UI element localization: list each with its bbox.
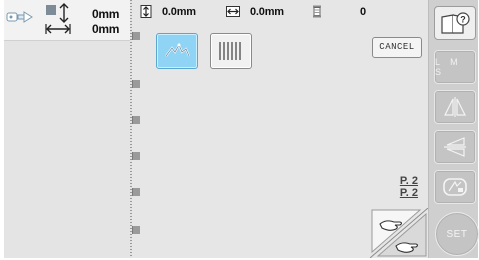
embroidery-edit-screen: 0mm 0mm 0.0mm 0.0mm 0 CANCEL P. 2 P. 2 ?…	[4, 0, 479, 258]
thread-spool-icon	[313, 5, 321, 18]
ruler-tick	[132, 80, 140, 88]
cancel-button[interactable]: CANCEL	[372, 37, 422, 58]
density-icon	[443, 178, 467, 196]
size-info-bar: 0mm 0mm	[4, 0, 130, 41]
stitch-pattern-icon	[165, 42, 190, 57]
mirror-button[interactable]	[434, 90, 476, 124]
horizontal-offset-value: 0.0mm	[250, 6, 284, 18]
width-size-value: 0mm	[92, 22, 120, 36]
density-button[interactable]	[434, 170, 476, 204]
current-page: P. 2	[399, 175, 418, 187]
ruler-tick	[132, 32, 140, 40]
rotate-icon	[444, 137, 466, 157]
ruler-tick	[132, 188, 140, 196]
help-book-icon: ?	[441, 12, 470, 34]
page-indicator: P. 2 P. 2	[390, 175, 418, 199]
horizontal-arrows-icon	[226, 6, 240, 17]
position-info-bar: 0.0mm 0.0mm 0	[132, 0, 428, 24]
ruler-tick	[132, 116, 140, 124]
ruler-tick	[132, 226, 140, 234]
ruler-tick	[132, 152, 140, 160]
machine-preview-icon	[6, 11, 33, 23]
total-pages: P. 2	[399, 187, 418, 199]
lms-button[interactable]: L M S	[434, 50, 476, 84]
edit-area: 0.0mm 0.0mm 0 CANCEL P. 2 P. 2	[132, 0, 428, 258]
thread-count-value: 0	[360, 6, 366, 18]
lms-label: L M S	[435, 57, 462, 77]
page-flip-button[interactable]	[370, 208, 428, 258]
rotate-button[interactable]	[434, 130, 476, 164]
vertical-offset-value: 0.0mm	[162, 6, 196, 18]
size-arrows-icon	[45, 3, 71, 34]
preview-panel: 0mm 0mm	[4, 0, 130, 258]
help-button[interactable]: ?	[434, 6, 476, 40]
straight-stitch-button[interactable]	[210, 33, 252, 69]
function-button-column: ? L M S SET	[428, 0, 479, 258]
stitch-pattern-button[interactable]	[156, 33, 198, 69]
set-button[interactable]: SET	[435, 212, 479, 256]
straight-stitch-icon	[219, 42, 241, 60]
mirror-horizontal-icon	[444, 97, 466, 117]
svg-text:?: ?	[460, 15, 466, 25]
vertical-arrows-icon	[140, 5, 152, 18]
height-size-value: 0mm	[92, 7, 120, 21]
